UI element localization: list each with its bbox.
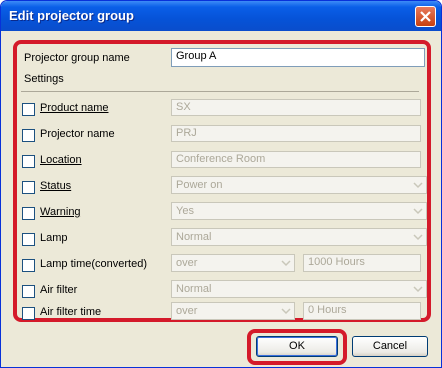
status-label: Status: [40, 180, 72, 192]
warning-label: Warning: [40, 206, 81, 218]
air-filter-time-checkbox[interactable]: [22, 307, 35, 320]
status-select[interactable]: Power on: [171, 176, 427, 194]
lamp-time-checkbox[interactable]: [22, 259, 35, 272]
product-name-input[interactable]: SX: [171, 99, 421, 116]
chevron-down-icon[interactable]: [410, 203, 426, 219]
lamp-time-select[interactable]: over: [171, 254, 295, 272]
air-filter-select[interactable]: Normal: [171, 280, 427, 298]
status-checkbox[interactable]: [22, 181, 35, 194]
location-input[interactable]: Conference Room: [171, 151, 421, 168]
close-button[interactable]: [415, 6, 436, 27]
ok-button[interactable]: OK: [256, 336, 338, 357]
air-filter-select-value: Normal: [176, 283, 212, 295]
chevron-down-icon[interactable]: [410, 177, 426, 193]
air-filter-time-select-value: over: [176, 305, 198, 317]
status-select-value: Power on: [176, 179, 223, 191]
cancel-button[interactable]: Cancel: [352, 336, 428, 357]
projector-name-label: Projector name: [40, 128, 115, 140]
lamp-select[interactable]: Normal: [171, 228, 427, 246]
air-filter-checkbox[interactable]: [22, 285, 35, 298]
product-name-checkbox[interactable]: [22, 103, 35, 116]
edit-projector-group-dialog: Edit projector group Projector group nam…: [0, 0, 442, 368]
lamp-time-label: Lamp time(converted): [40, 258, 147, 270]
product-name-label: Product name: [40, 102, 109, 114]
lamp-checkbox[interactable]: [22, 233, 35, 246]
close-icon: [420, 11, 431, 22]
divider: [21, 91, 419, 92]
window-title: Edit projector group: [9, 8, 134, 23]
lamp-time-input[interactable]: 1000 Hours: [303, 254, 421, 272]
settings-label: Settings: [24, 73, 64, 85]
location-label: Location: [40, 154, 82, 166]
projector-name-input[interactable]: PRJ: [171, 125, 421, 142]
air-filter-time-select[interactable]: over: [171, 302, 295, 320]
group-name-input[interactable]: Group A: [171, 48, 425, 67]
location-checkbox[interactable]: [22, 155, 35, 168]
warning-select-value: Yes: [176, 205, 194, 217]
group-name-label: Projector group name: [24, 52, 130, 64]
warning-checkbox[interactable]: [22, 207, 35, 220]
chevron-down-icon[interactable]: [278, 303, 294, 319]
projector-name-checkbox[interactable]: [22, 129, 35, 142]
air-filter-time-label: Air filter time: [40, 306, 102, 318]
lamp-select-value: Normal: [176, 231, 212, 243]
chevron-down-icon[interactable]: [410, 281, 426, 297]
chevron-down-icon[interactable]: [278, 255, 294, 271]
air-filter-label: Air filter: [40, 284, 78, 296]
air-filter-time-input[interactable]: 0 Hours: [303, 302, 421, 320]
title-bar[interactable]: Edit projector group: [1, 1, 441, 31]
chevron-down-icon[interactable]: [410, 229, 426, 245]
lamp-label: Lamp: [40, 232, 68, 244]
lamp-time-select-value: over: [176, 257, 198, 269]
warning-select[interactable]: Yes: [171, 202, 427, 220]
